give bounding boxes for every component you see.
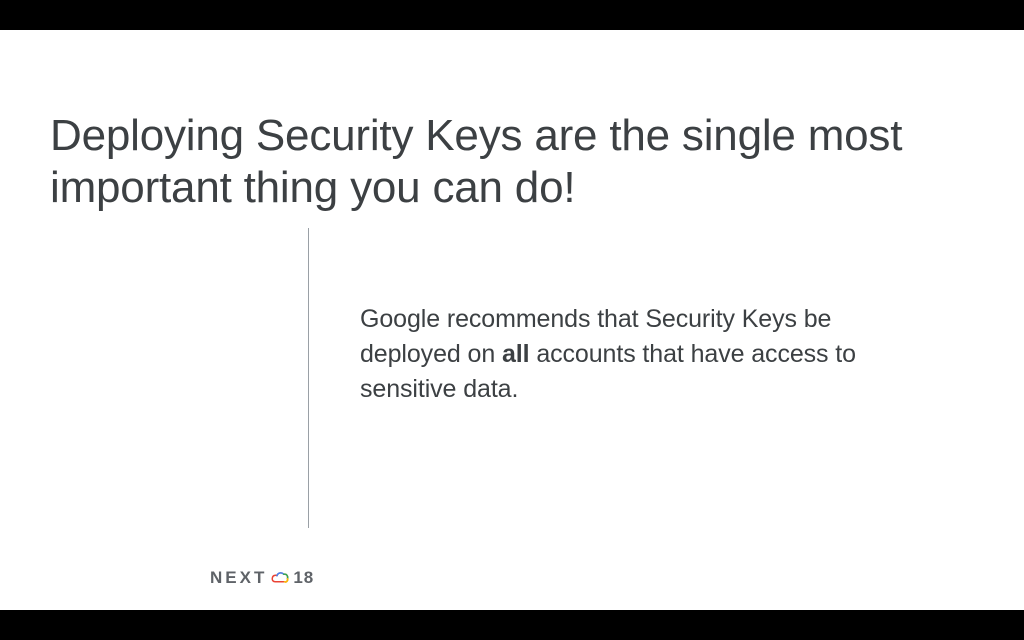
google-cloud-icon (271, 571, 289, 585)
slide-body-text: Google recommends that Security Keys be … (360, 302, 880, 407)
slide-title: Deploying Security Keys are the single m… (50, 110, 964, 214)
body-text-bold: all (502, 340, 530, 368)
footer-year-suffix: 18 (293, 568, 314, 588)
vertical-divider (308, 228, 309, 528)
presentation-slide: Deploying Security Keys are the single m… (0, 30, 1024, 610)
footer-logo: NEXT 18 (210, 568, 314, 588)
footer-brand-text: NEXT (210, 568, 267, 588)
